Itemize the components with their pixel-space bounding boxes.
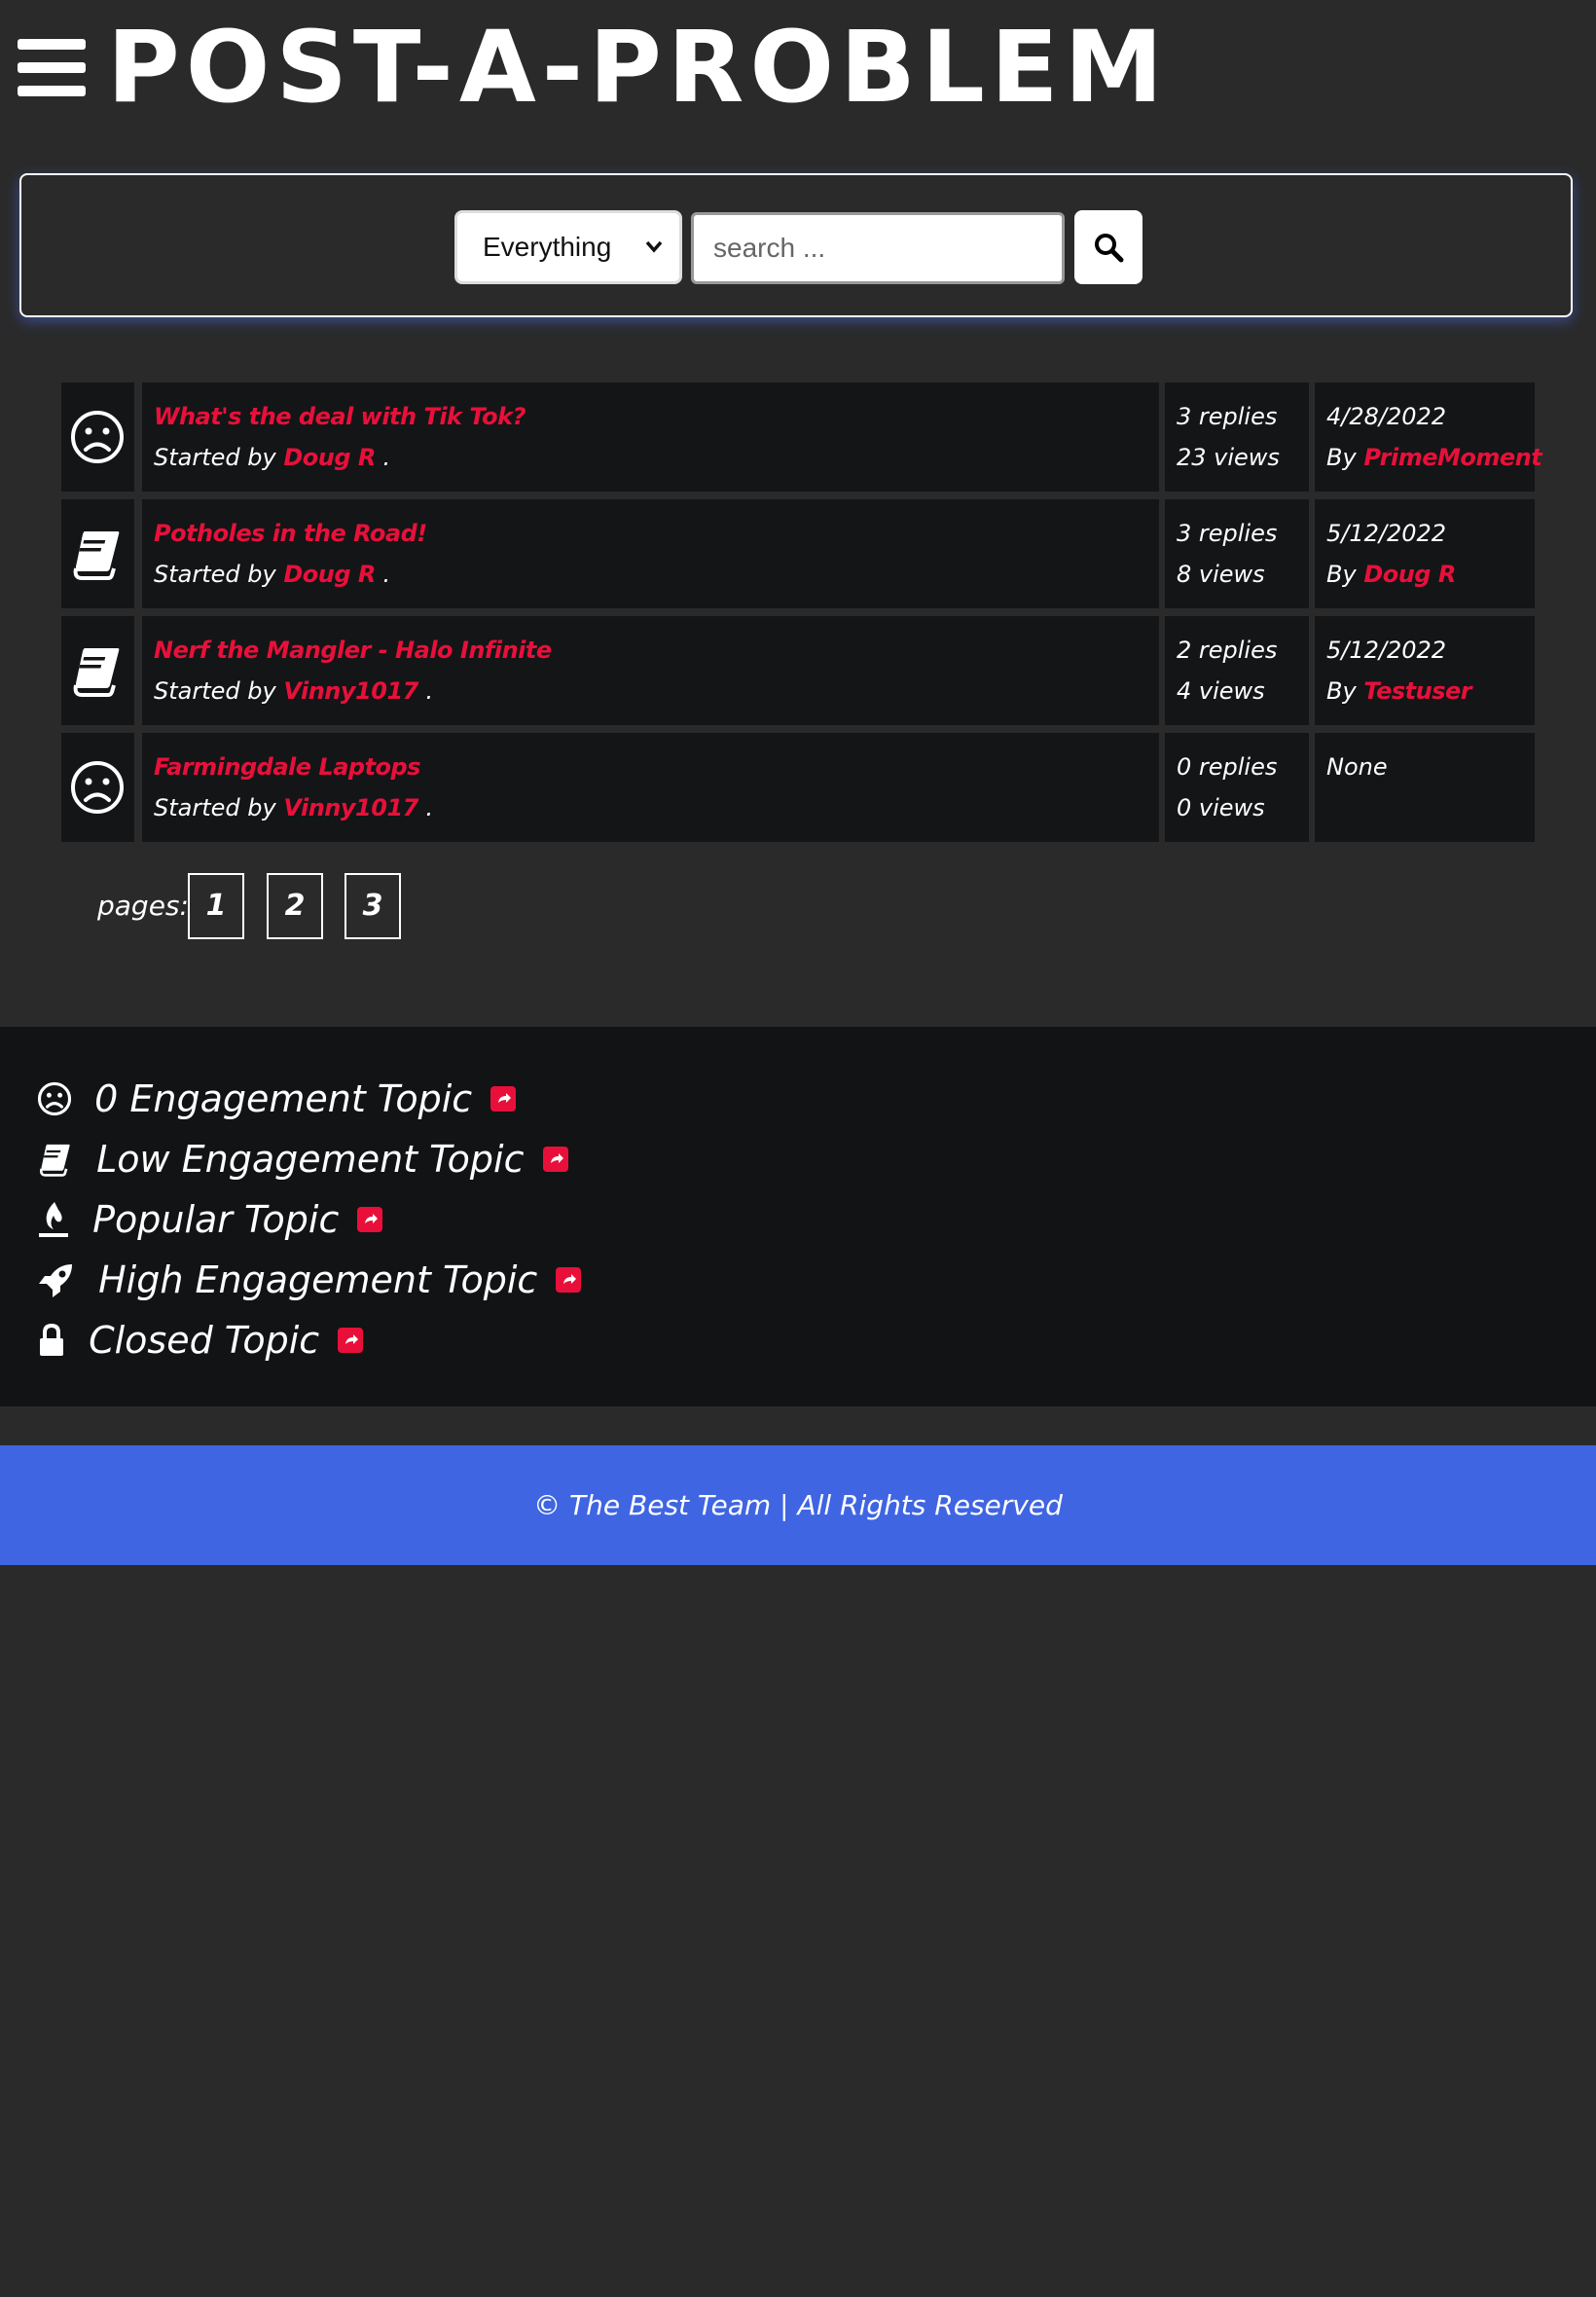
topic-title-link[interactable]: Nerf the Mangler - Halo Infinite xyxy=(154,637,552,664)
search-icon xyxy=(1095,234,1124,263)
topic-title-cell: What's the deal with Tik Tok? Started by… xyxy=(142,383,1159,492)
rocket-icon xyxy=(39,1264,72,1297)
started-by-label: Started by xyxy=(154,561,276,588)
last-post-date: 5/12/2022 xyxy=(1326,520,1447,547)
search-button[interactable] xyxy=(1074,210,1143,284)
topic-row: Potholes in the Road! Started by Doug R … xyxy=(61,499,1535,608)
replies-count: 3 replies xyxy=(1177,403,1278,430)
started-by-label: Started by xyxy=(154,444,276,471)
lock-icon xyxy=(40,1323,63,1356)
last-post-none: None xyxy=(1326,753,1388,781)
legend-label: Popular Topic xyxy=(92,1198,340,1241)
legend: 0 Engagement Topic Low Engagement Topic … xyxy=(0,1027,1596,1406)
footer-text: © The Best Team | All Rights Reserved xyxy=(533,1489,1063,1521)
views-count: 8 views xyxy=(1177,561,1265,588)
topic-title-link[interactable]: What's the deal with Tik Tok? xyxy=(154,403,526,430)
frown-icon xyxy=(37,1081,72,1116)
external-link-icon[interactable] xyxy=(490,1086,517,1112)
last-post-user-link[interactable]: Testuser xyxy=(1363,677,1471,705)
topic-status-cell xyxy=(61,499,134,608)
external-link-icon[interactable] xyxy=(556,1267,582,1293)
topic-status-cell xyxy=(61,733,134,842)
topic-title-cell: Farmingdale Laptops Started by Vinny1017… xyxy=(142,733,1159,842)
category-select-value: Everything xyxy=(483,232,612,262)
legend-item: Closed Topic xyxy=(37,1319,364,1367)
replies-count: 0 replies xyxy=(1177,753,1278,781)
topic-row: What's the deal with Tik Tok? Started by… xyxy=(61,383,1542,492)
topic-stats-cell: 0 replies 0 views xyxy=(1165,733,1309,842)
legend-item: Low Engagement Topic xyxy=(37,1138,568,1186)
topic-title-link[interactable]: Potholes in the Road! xyxy=(154,520,427,547)
last-post-date: 4/28/2022 xyxy=(1326,403,1447,430)
started-by-label: Started by xyxy=(154,677,276,705)
legend-item: 0 Engagement Topic xyxy=(37,1077,517,1126)
topic-row: Nerf the Mangler - Halo Infinite Started… xyxy=(61,616,1535,725)
last-post-user-link[interactable]: Doug R xyxy=(1363,561,1456,588)
started-by-label: Started by xyxy=(154,794,276,821)
suffix: . xyxy=(382,444,391,471)
external-link-icon[interactable] xyxy=(338,1328,364,1353)
topic-status-cell xyxy=(61,616,134,725)
search-input[interactable] xyxy=(691,212,1065,284)
external-link-icon[interactable] xyxy=(542,1147,568,1172)
header: POST-A-PROBLEM xyxy=(0,0,1596,146)
legend-item: High Engagement Topic xyxy=(37,1258,582,1307)
topic-stats-cell: 2 replies 4 views xyxy=(1165,616,1309,725)
last-post-cell: 5/12/2022 By Testuser xyxy=(1315,616,1535,725)
fire-icon xyxy=(39,1202,68,1237)
pages-label: pages: xyxy=(97,890,189,922)
topic-author-link[interactable]: Vinny1017 xyxy=(283,794,418,821)
last-by-label: By xyxy=(1326,561,1357,588)
chevron-down-icon xyxy=(644,213,664,307)
views-count: 0 views xyxy=(1177,794,1265,821)
views-count: 23 views xyxy=(1177,444,1280,471)
frown-icon xyxy=(71,411,124,463)
last-post-cell: None xyxy=(1315,733,1535,842)
frown-icon xyxy=(71,761,124,814)
topic-row: Farmingdale Laptops Started by Vinny1017… xyxy=(61,733,1535,842)
suffix: . xyxy=(425,794,434,821)
legend-label: 0 Engagement Topic xyxy=(94,1077,473,1120)
last-by-label: By xyxy=(1326,677,1357,705)
suffix: . xyxy=(425,677,434,705)
topic-stats-cell: 3 replies 8 views xyxy=(1165,499,1309,608)
page-button-2[interactable]: 2 xyxy=(267,873,323,939)
menu-icon[interactable] xyxy=(18,39,88,96)
page-button-1[interactable]: 1 xyxy=(188,873,244,939)
book-icon xyxy=(73,648,120,697)
topic-author-link[interactable]: Vinny1017 xyxy=(283,677,418,705)
external-link-icon[interactable] xyxy=(357,1207,383,1232)
legend-item: Popular Topic xyxy=(37,1198,383,1247)
last-by-label: By xyxy=(1326,444,1357,471)
book-icon xyxy=(40,1144,70,1177)
topic-stats-cell: 3 replies 23 views xyxy=(1165,383,1309,492)
search-panel: Everything xyxy=(19,173,1573,317)
footer: © The Best Team | All Rights Reserved xyxy=(0,1445,1596,1565)
legend-label: High Engagement Topic xyxy=(98,1258,538,1301)
book-icon xyxy=(73,531,120,580)
topic-status-cell xyxy=(61,383,134,492)
topic-author-link[interactable]: Doug R xyxy=(283,561,376,588)
legend-label: Low Engagement Topic xyxy=(96,1138,525,1181)
replies-count: 3 replies xyxy=(1177,520,1278,547)
site-title[interactable]: POST-A-PROBLEM xyxy=(107,10,1169,127)
suffix: . xyxy=(382,561,391,588)
topic-title-cell: Nerf the Mangler - Halo Infinite Started… xyxy=(142,616,1159,725)
last-post-cell: 5/12/2022 By Doug R xyxy=(1315,499,1535,608)
category-select[interactable]: Everything xyxy=(454,210,682,284)
topic-author-link[interactable]: Doug R xyxy=(283,444,376,471)
last-post-user-link[interactable]: PrimeMoment xyxy=(1363,444,1542,471)
last-post-cell: 4/28/2022 By PrimeMoment xyxy=(1315,383,1542,492)
topic-title-link[interactable]: Farmingdale Laptops xyxy=(154,753,421,781)
legend-label: Closed Topic xyxy=(89,1319,320,1362)
page-button-3[interactable]: 3 xyxy=(345,873,401,939)
replies-count: 2 replies xyxy=(1177,637,1278,664)
topic-title-cell: Potholes in the Road! Started by Doug R … xyxy=(142,499,1159,608)
last-post-date: 5/12/2022 xyxy=(1326,637,1447,664)
views-count: 4 views xyxy=(1177,677,1265,705)
